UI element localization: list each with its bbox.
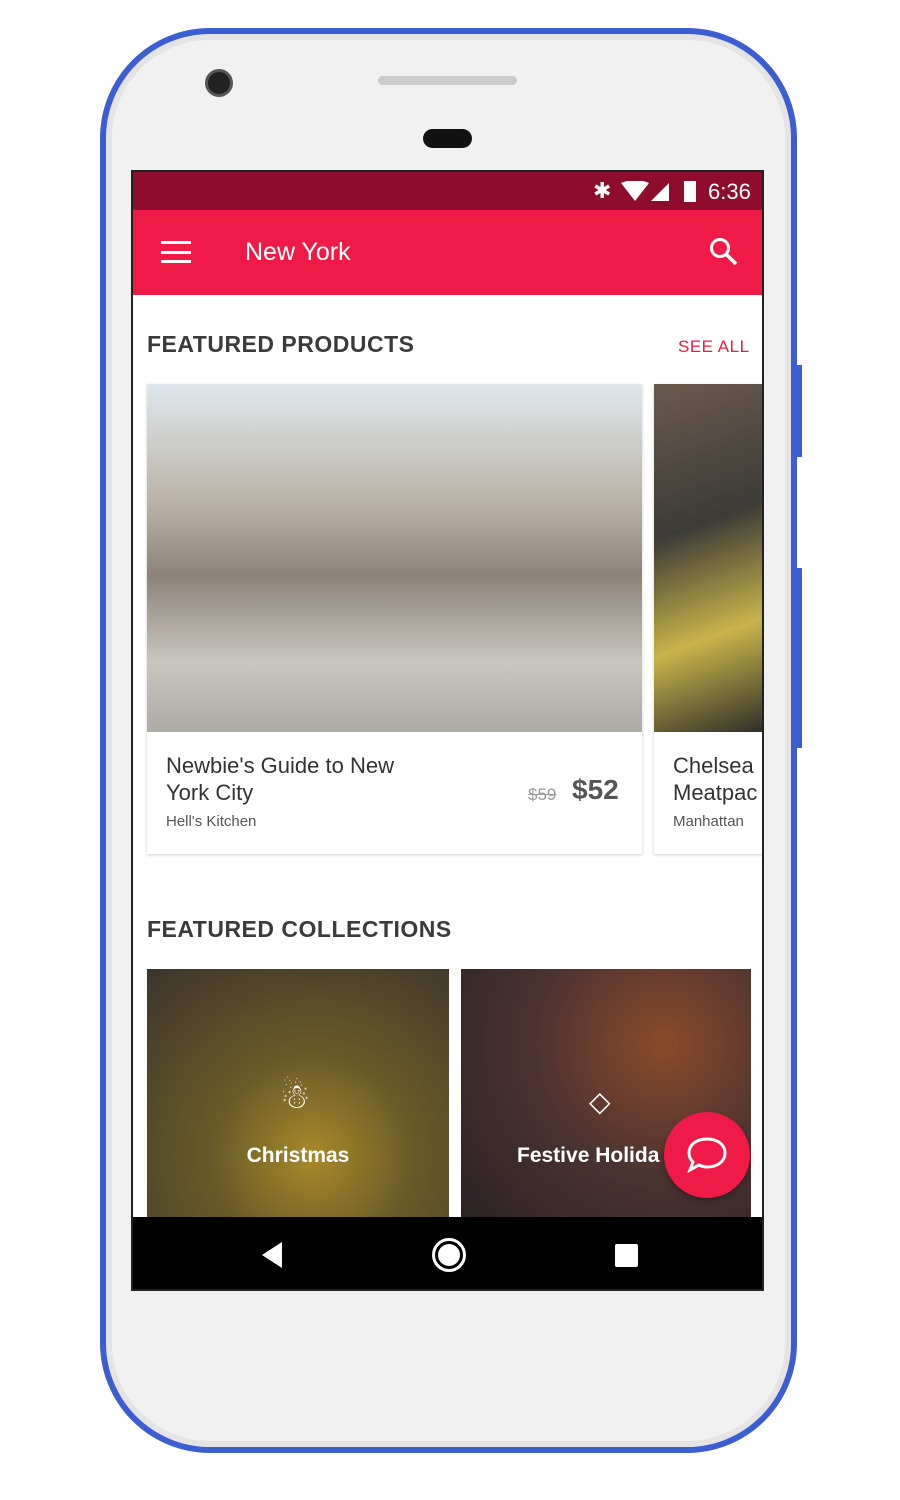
product-location: Hell's Kitchen bbox=[166, 813, 257, 830]
recents-icon[interactable] bbox=[615, 1244, 638, 1267]
sensor bbox=[423, 129, 472, 148]
search-icon[interactable] bbox=[709, 237, 739, 267]
back-icon[interactable] bbox=[260, 1241, 284, 1269]
price: $52 bbox=[572, 774, 619, 805]
snowman-icon: ☃ bbox=[280, 1078, 311, 1116]
collection-christmas[interactable]: ☃ Christmas bbox=[147, 969, 449, 1219]
product-title-line2: York City bbox=[166, 780, 254, 805]
product-card[interactable]: Chelsea Meatpac Manhattan bbox=[654, 384, 762, 854]
app-bar: New York bbox=[133, 210, 762, 295]
diamond-icon: ◇ bbox=[589, 1086, 611, 1117]
app-title: New York bbox=[245, 238, 351, 266]
menu-icon[interactable] bbox=[161, 241, 191, 263]
product-image bbox=[147, 384, 642, 732]
power-button bbox=[797, 568, 802, 748]
volume-button bbox=[797, 365, 802, 457]
speaker-grille bbox=[378, 76, 517, 85]
status-time: 6:36 bbox=[708, 179, 751, 204]
featured-products-heading: FEATURED PRODUCTS bbox=[147, 331, 415, 357]
old-price: $59 bbox=[528, 785, 557, 804]
home-icon[interactable] bbox=[432, 1238, 466, 1272]
collection-label: Christmas bbox=[246, 1144, 350, 1167]
bluetooth-icon: ✱ bbox=[593, 178, 612, 203]
battery-icon bbox=[684, 181, 696, 202]
status-bar: ✱ 6:36 bbox=[133, 172, 762, 210]
chat-icon bbox=[687, 1137, 727, 1174]
camera bbox=[205, 69, 233, 97]
product-image bbox=[654, 384, 762, 732]
chat-fab[interactable] bbox=[664, 1112, 750, 1198]
screen: ✱ 6:36 New York FEATURED PRODUCTS SEE AL… bbox=[131, 170, 764, 1291]
wifi-icon bbox=[621, 181, 669, 201]
product-title: Chelsea bbox=[673, 753, 754, 778]
signal-icon bbox=[651, 183, 669, 201]
product-title-line2: Meatpac bbox=[673, 780, 758, 805]
product-location: Manhattan bbox=[673, 813, 744, 830]
featured-collections-heading: FEATURED COLLECTIONS bbox=[147, 916, 452, 942]
collection-label: Festive Holida bbox=[517, 1144, 660, 1167]
product-card[interactable]: Newbie's Guide to New York City Hell's K… bbox=[147, 384, 642, 854]
nav-bar bbox=[133, 1217, 762, 1289]
see-all-link[interactable]: SEE ALL bbox=[678, 337, 750, 357]
product-title: Newbie's Guide to New bbox=[166, 753, 394, 778]
